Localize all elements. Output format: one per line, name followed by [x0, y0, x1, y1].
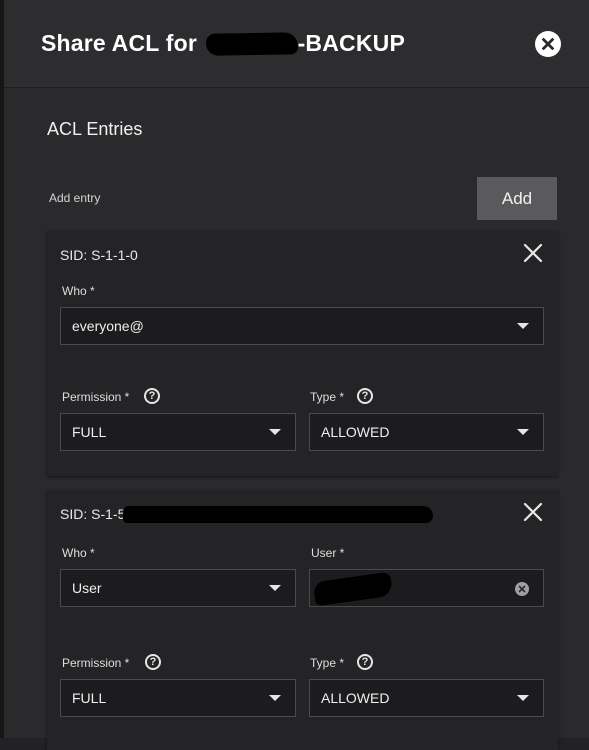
permission-select[interactable]: FULL	[60, 679, 296, 717]
remove-entry-button[interactable]	[523, 502, 543, 522]
dialog-title-prefix: Share ACL for	[41, 30, 197, 56]
type-value: ALLOWED	[321, 690, 390, 706]
who-value: everyone@	[72, 318, 144, 334]
help-circle-icon[interactable]: ?	[145, 654, 161, 670]
type-label: Type *	[310, 390, 345, 404]
caret-down-icon	[269, 585, 281, 591]
entry-sid: SID: S-1-5	[60, 506, 434, 523]
who-label: Who *	[62, 284, 95, 298]
entry-sid-prefix: SID: S-1-5	[60, 506, 126, 522]
who-select[interactable]: everyone@	[60, 307, 544, 345]
close-dialog-button[interactable]	[535, 31, 561, 57]
acl-entries-heading: ACL Entries	[47, 119, 143, 139]
redacted-share-name	[205, 32, 298, 56]
user-combobox[interactable]	[309, 569, 544, 607]
dialog-header: Share ACL for -BACKUP	[4, 0, 589, 88]
acl-entry-card: SID: S-1-5 Who * User User * Permission …	[47, 490, 558, 750]
permission-value: FULL	[72, 690, 107, 706]
acl-entry-card: SID: S-1-1-0 Who * everyone@ Permission …	[47, 231, 558, 476]
caret-down-icon	[517, 695, 529, 701]
help-circle-icon[interactable]: ?	[144, 388, 160, 404]
type-select[interactable]: ALLOWED	[309, 679, 544, 717]
dialog-title-suffix: -BACKUP	[297, 30, 406, 56]
clear-circle-icon[interactable]	[515, 582, 529, 596]
redacted-username	[312, 571, 394, 607]
caret-down-icon	[517, 323, 529, 329]
remove-entry-button[interactable]	[523, 243, 543, 263]
caret-down-icon	[269, 429, 281, 435]
help-circle-icon[interactable]: ?	[357, 654, 373, 670]
permission-label: Permission *	[62, 656, 130, 670]
caret-down-icon	[517, 429, 529, 435]
who-value: User	[72, 580, 102, 596]
permission-value: FULL	[72, 424, 107, 440]
add-entry-label: Add entry	[49, 191, 101, 205]
type-select[interactable]: ALLOWED	[309, 413, 544, 451]
user-label: User *	[311, 546, 345, 560]
entry-sid: SID: S-1-1-0	[60, 247, 138, 263]
permission-select[interactable]: FULL	[60, 413, 296, 451]
share-acl-dialog: Share ACL for -BACKUP ACL Entries Add en…	[4, 0, 589, 750]
permission-label: Permission *	[62, 390, 130, 404]
close-icon	[523, 243, 543, 263]
close-circle-icon	[542, 38, 554, 50]
who-select[interactable]: User	[60, 569, 296, 607]
close-icon	[523, 502, 543, 522]
clear-x	[518, 585, 526, 593]
add-entry-button[interactable]: Add	[477, 177, 557, 220]
redacted-sid	[123, 506, 434, 523]
caret-down-icon	[269, 695, 281, 701]
who-label: Who *	[62, 546, 95, 560]
dialog-title: Share ACL for -BACKUP	[41, 30, 405, 57]
type-value: ALLOWED	[321, 424, 390, 440]
help-circle-icon[interactable]: ?	[357, 388, 373, 404]
type-label: Type *	[310, 656, 345, 670]
